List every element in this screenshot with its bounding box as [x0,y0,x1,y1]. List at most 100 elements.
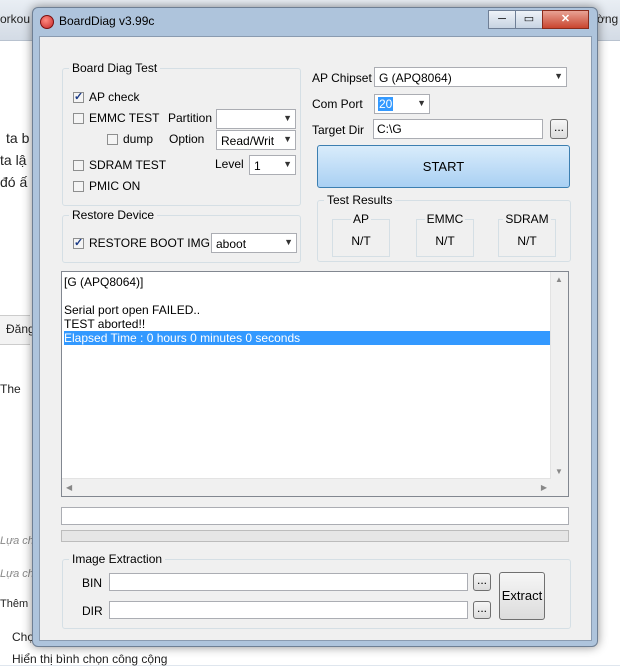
restore-image-value: aboot [216,237,247,251]
result-sdram-label: SDRAM [503,212,551,226]
target-dir-label: Target Dir [312,123,365,137]
image-extraction-group: Image Extraction BIN ... DIR ... Extract [62,552,571,629]
chevron-down-icon: ▼ [283,113,292,123]
log-line: Serial port open FAILED.. [64,303,201,317]
background-panel: Đăng [0,315,35,345]
bin-field[interactable] [109,573,468,591]
level-value: 1 [254,159,261,173]
result-ap-label: AP [350,212,371,226]
target-dir-field[interactable] [373,119,543,139]
app-icon [40,15,54,29]
dialog-client-area: Board Diag Test AP check EMMC TEST Parti… [39,36,592,641]
log-horizontal-scrollbar[interactable]: ◀ ▶ [62,478,551,496]
scroll-right-icon[interactable]: ▶ [541,483,547,492]
emmc-test-label: EMMC TEST [89,111,160,125]
dir-field[interactable] [109,601,468,619]
restore-boot-img-checkbox[interactable] [73,236,84,249]
sdram-test-checkbox[interactable] [73,160,84,171]
partition-select[interactable]: ▼ [216,109,296,129]
com-port-value: 20 [378,97,394,111]
chevron-down-icon: ▼ [284,237,293,247]
background-text-line: The [0,382,21,396]
level-select[interactable]: 1 ▼ [249,155,296,175]
browser-tab-right[interactable]: ờng [597,12,618,26]
maximize-button[interactable]: ▭ [515,10,543,29]
option-label: Option [169,132,205,146]
extract-button[interactable]: Extract [499,572,545,620]
result-emmc-label: EMMC [424,212,466,226]
image-extraction-title: Image Extraction [69,552,166,566]
board-diag-test-group: Board Diag Test AP check EMMC TEST Parti… [62,61,301,206]
ap-chipset-select[interactable]: G (APQ8064) ▼ [374,67,567,87]
dir-browse-button[interactable]: ... [473,601,491,619]
emmc-test-checkbox[interactable] [73,113,84,124]
bin-input[interactable] [110,574,467,590]
result-ap-value: N/T [351,234,371,248]
level-label: Level [215,157,244,171]
log-line: [G (APQ8064)] [64,275,144,289]
background-text-line: ta b [6,130,30,146]
scroll-down-icon[interactable]: ▼ [555,467,563,476]
log-vertical-scrollbar[interactable]: ▲ ▼ [550,272,568,496]
start-button[interactable]: START [317,145,570,188]
result-ap: AP N/T [332,212,390,257]
result-emmc-value: N/T [435,234,455,248]
partition-label: Partition [168,111,213,125]
status-field [61,507,569,525]
com-port-label: Com Port [312,97,363,111]
ap-check-label: AP check [89,90,140,104]
pmic-on-checkbox[interactable] [73,181,84,192]
dump-checkbox[interactable] [107,134,118,145]
close-button[interactable]: ✕ [542,10,589,29]
scroll-left-icon[interactable]: ◀ [66,483,72,492]
background-text-line: Thêm [0,598,29,610]
result-emmc: EMMC N/T [416,212,474,257]
board-diag-test-title: Board Diag Test [69,61,161,75]
target-dir-browse-button[interactable]: ... [550,119,568,139]
log-output[interactable]: [G (APQ8064)] Serial port open FAILED.. … [61,271,569,497]
chevron-down-icon: ▼ [417,98,426,108]
log-line: TEST aborted!! [64,317,146,331]
background-text-line: ta lậ [0,152,27,168]
chevron-down-icon: ▼ [283,159,292,169]
background-text-line: Hiển thị bình chọn công cộng [12,652,168,666]
browser-tab-left[interactable]: orkou [0,12,30,26]
background-text-line: Chọ [12,630,35,644]
test-results-title: Test Results [324,193,396,207]
target-dir-input[interactable] [374,120,542,138]
dump-label: dump [123,132,154,146]
restore-image-select[interactable]: aboot ▼ [211,233,297,253]
background-text-line: Đăng [6,322,35,336]
ap-check-checkbox[interactable] [73,90,84,103]
log-line-selected: Elapsed Time : 0 hours 0 minutes 0 secon… [64,331,550,345]
sdram-test-label: SDRAM TEST [89,158,167,172]
scroll-up-icon[interactable]: ▲ [555,275,563,284]
window-title: BoardDiag v3.99c [59,14,155,28]
chevron-down-icon: ▼ [554,71,563,81]
restore-device-group: Restore Device RESTORE BOOT IMG aboot ▼ [62,208,301,263]
bin-browse-button[interactable]: ... [473,573,491,591]
ap-chipset-value: G (APQ8064) [379,71,452,85]
dir-input[interactable] [110,602,467,618]
ap-chipset-label: AP Chipset [312,71,372,85]
title-bar[interactable]: BoardDiag v3.99c ─ ▭ ✕ [33,8,597,34]
progress-bar [61,530,569,542]
chevron-down-icon: ▼ [283,134,292,144]
boarddiag-window: BoardDiag v3.99c ─ ▭ ✕ Board Diag Test A… [32,7,598,647]
result-sdram-value: N/T [517,234,537,248]
restore-boot-img-label: RESTORE BOOT IMG [89,236,210,250]
pmic-on-label: PMIC ON [89,179,141,193]
restore-device-title: Restore Device [69,208,158,222]
com-port-select[interactable]: 20 ▼ [374,94,430,114]
test-results-group: Test Results AP N/T EMMC N/T SDRAM N/T [317,193,571,262]
dir-label: DIR [82,604,103,618]
result-sdram: SDRAM N/T [498,212,556,257]
bin-label: BIN [82,576,103,590]
background-text-line: đó ấ [0,174,28,190]
option-value: Read/Writ [221,134,275,148]
option-select[interactable]: Read/Writ ▼ [216,130,296,150]
background-text-line: Lựa ch [0,568,34,580]
background-text-line: Lựa ch [0,535,34,547]
minimize-button[interactable]: ─ [488,10,516,29]
